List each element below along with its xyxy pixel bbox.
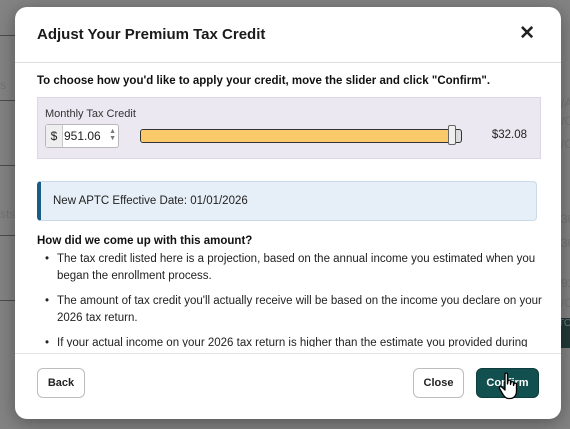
dialog-title: Adjust Your Premium Tax Credit — [37, 26, 266, 43]
close-button[interactable]: Close — [413, 368, 464, 398]
dialog-footer: Back Close Confirm — [15, 353, 561, 419]
premium-tax-credit-dialog: Adjust Your Premium Tax Credit ✕ To choo… — [15, 7, 561, 419]
tax-credit-amount-field[interactable]: $ ▲▼ — [45, 124, 119, 148]
dollar-sign: $ — [46, 125, 63, 147]
tax-credit-slider-fill — [141, 130, 453, 142]
list-item: The amount of tax credit you'll actually… — [37, 293, 542, 327]
dialog-header: Adjust Your Premium Tax Credit ✕ — [15, 7, 561, 63]
remaining-premium-value: $32.08 — [491, 129, 527, 141]
monthly-tax-credit-label: Monthly Tax Credit — [45, 108, 136, 120]
tax-credit-slider-panel: Monthly Tax Credit $ ▲▼ $32.08 — [37, 97, 541, 159]
tax-credit-amount-input[interactable] — [64, 126, 110, 146]
back-button[interactable]: Back — [37, 368, 85, 398]
tax-credit-slider-track[interactable] — [140, 125, 462, 145]
aptc-effective-date-banner: New APTC Effective Date: 01/01/2026 — [37, 181, 537, 221]
spinner-arrows-icon[interactable]: ▲ ▼ — [109, 128, 116, 142]
slider-instruction: To choose how you'd like to apply your c… — [37, 75, 491, 87]
explanation-heading: How did we come up with this amount? — [37, 235, 253, 247]
hand-pointer-icon — [498, 372, 518, 400]
explanation-list: The tax credit listed here is a projecti… — [37, 251, 542, 347]
tax-credit-slider-thumb[interactable] — [448, 125, 457, 145]
close-icon[interactable]: ✕ — [519, 24, 535, 43]
list-item: The tax credit listed here is a projecti… — [37, 251, 542, 285]
list-item: If your actual income on your 2026 tax r… — [37, 335, 542, 347]
aptc-effective-date-text: New APTC Effective Date: 01/01/2026 — [53, 195, 248, 207]
